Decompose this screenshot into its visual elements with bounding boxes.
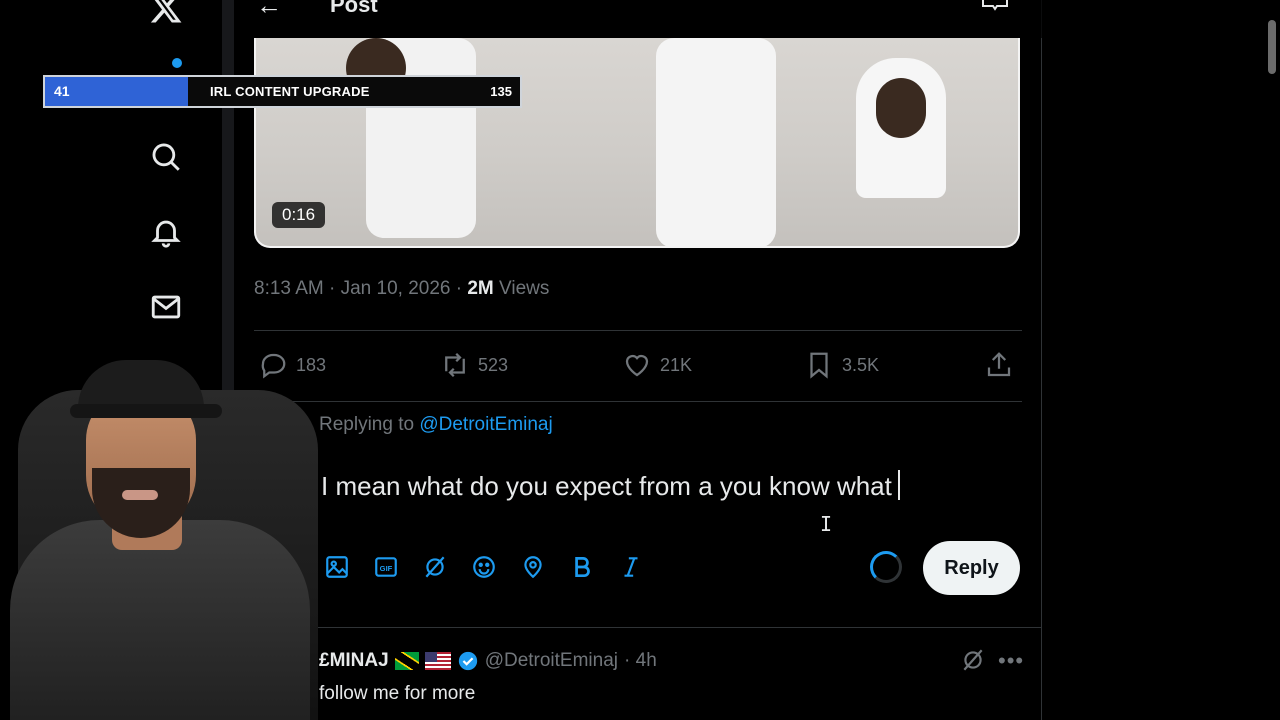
grok-icon[interactable]	[960, 647, 986, 673]
video-figure-center	[656, 38, 776, 246]
post-timestamp[interactable]: 8:13 AM · Jan 10, 2026 ·	[254, 278, 467, 299]
post-meta: 8:13 AM · Jan 10, 2026 · 2M Views	[254, 278, 549, 300]
mouse-ibeam-cursor: I	[820, 512, 833, 536]
reply-author-handle[interactable]: @DetroitEminaj	[485, 650, 618, 672]
reply-time[interactable]: · 4h	[624, 650, 657, 672]
grok-icon[interactable]	[420, 552, 450, 582]
more-options-icon[interactable]: •••	[998, 648, 1024, 674]
webcam-mouth	[122, 490, 158, 500]
goal-title: IRL CONTENT UPGRADE	[210, 84, 370, 99]
emoji-icon[interactable]	[469, 552, 499, 582]
reply-button[interactable]: Reply	[923, 541, 1020, 595]
reply-author-name[interactable]: £MINAJ	[319, 650, 389, 672]
reply-header: £MINAJ @DetroitEminaj · 4h	[319, 650, 657, 672]
repost-count: 523	[478, 354, 509, 375]
video-duration-badge: 0:16	[272, 202, 326, 228]
post-header: ← Post	[234, 0, 1042, 38]
replying-handle-link[interactable]: @DetroitEminaj	[419, 414, 552, 435]
bookmark-count: 3.5K	[842, 354, 880, 375]
replying-to: Replying to @DetroitEminaj	[319, 414, 553, 436]
gif-icon[interactable]: GIF	[371, 552, 401, 582]
reply-body: follow me for more	[319, 683, 476, 704]
char-count-ring	[870, 551, 902, 583]
verified-badge-icon	[458, 651, 477, 671]
webcam-cap-brim	[70, 404, 222, 418]
like-action[interactable]: 21K	[622, 350, 692, 380]
webcam-shirt	[10, 520, 310, 720]
video-figure-child-head	[876, 78, 926, 138]
main-column: ← Post 0:16 8:13 AM · Jan 10, 2026 · 2M …	[234, 0, 1042, 720]
post-views-label: Views	[493, 278, 550, 299]
bold-icon[interactable]	[567, 552, 597, 582]
post-views-count: 2M	[467, 278, 494, 299]
goal-target-value: 135	[490, 84, 512, 99]
home-notification-dot	[172, 58, 182, 68]
repost-action[interactable]: 523	[440, 350, 508, 380]
page-scrollbar[interactable]	[1268, 20, 1276, 74]
reply-text-value: I mean what do you expect from a you kno…	[321, 471, 892, 501]
post-actions: 183 523 21K 3.5K	[254, 350, 1022, 386]
notifications-bell-icon[interactable]	[146, 212, 186, 252]
italic-icon[interactable]	[616, 552, 646, 582]
goal-current-value: 41	[54, 83, 70, 99]
bookmark-action[interactable]: 3.5K	[804, 350, 879, 380]
bookmark-icon	[810, 352, 828, 379]
reply-text-input[interactable]: I mean what do you expect from a you kno…	[321, 470, 900, 502]
like-count: 21K	[660, 354, 693, 375]
replying-prefix: Replying to	[319, 414, 420, 435]
stream-goal-bar: 41 IRL CONTENT UPGRADE 135	[43, 75, 522, 108]
svg-text:GIF: GIF	[380, 564, 393, 573]
divider	[234, 627, 1042, 628]
jamaica-flag-icon	[394, 652, 419, 670]
x-logo-icon[interactable]	[146, 0, 186, 28]
share-icon	[987, 352, 1011, 377]
text-caret	[897, 470, 900, 500]
page-title: Post	[330, 0, 378, 17]
explore-search-icon[interactable]	[146, 137, 186, 177]
location-icon[interactable]	[518, 552, 548, 582]
divider	[254, 330, 1022, 331]
reader-mode-icon[interactable]	[982, 0, 1008, 12]
heart-icon	[625, 354, 649, 377]
streamer-webcam	[0, 350, 318, 720]
video-player[interactable]: 0:16	[254, 38, 1020, 248]
messages-mail-icon[interactable]	[146, 287, 186, 327]
share-action[interactable]	[984, 350, 1014, 380]
divider	[254, 401, 1022, 402]
repost-icon	[445, 352, 465, 378]
image-icon[interactable]	[322, 552, 352, 582]
us-flag-icon	[424, 652, 451, 670]
back-arrow-icon[interactable]: ←	[256, 0, 282, 21]
